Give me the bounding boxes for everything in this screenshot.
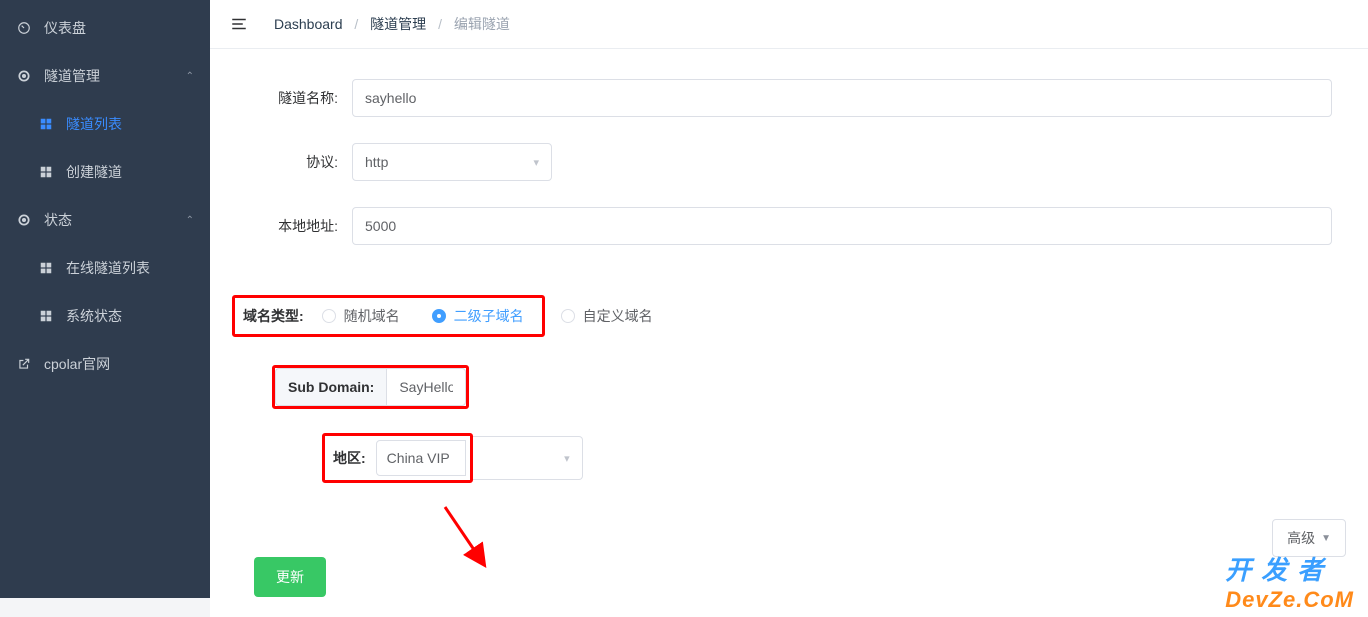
circle-icon <box>16 212 32 228</box>
sidebar-label: 状态 <box>44 210 72 230</box>
row-domain-type: 域名类型: 随机域名 二级子域名 自定义域名 <box>232 295 1346 337</box>
sidebar-item-status[interactable]: 状态 ⌃ <box>0 196 210 244</box>
sidebar-label: 隧道管理 <box>44 66 100 86</box>
highlight-domain-type: 域名类型: 随机域名 二级子域名 <box>232 295 545 337</box>
input-tunnel-name[interactable] <box>352 79 1332 117</box>
select-region-value: China VIP <box>387 450 450 466</box>
watermark: 开发者 DevZe.CoM <box>1225 550 1354 613</box>
input-local-addr[interactable] <box>352 207 1332 245</box>
sidebar-label: 系统状态 <box>66 306 122 326</box>
sidebar-item-tunnel-mgmt[interactable]: 隧道管理 ⌃ <box>0 52 210 100</box>
label-local-addr: 本地地址: <box>232 216 352 236</box>
sidebar-item-create-tunnel[interactable]: 创建隧道 <box>0 148 210 196</box>
sidebar-item-system-status[interactable]: 系统状态 <box>0 292 210 340</box>
radio-dot <box>322 309 336 323</box>
sidebar-label: cpolar官网 <box>44 354 110 374</box>
label-tunnel-name: 隧道名称: <box>232 88 352 108</box>
breadcrumb-dashboard[interactable]: Dashboard <box>274 16 343 32</box>
advanced-label: 高级 <box>1287 528 1315 548</box>
breadcrumb-sep: / <box>354 16 358 32</box>
caret-down-icon: ▼ <box>1321 533 1331 544</box>
content: 隧道名称: 协议: http ▾ 本地地址: 域名类型: 随机域名 <box>210 49 1368 617</box>
select-region[interactable]: China VIP <box>376 440 466 476</box>
row-region: 地区: China VIP ▾ <box>322 433 1346 483</box>
menu-toggle-icon[interactable] <box>230 14 250 34</box>
highlight-region: 地区: China VIP <box>322 433 473 483</box>
grid-icon <box>38 116 54 132</box>
row-local-addr: 本地地址: <box>232 207 1346 245</box>
breadcrumb-edit-tunnel: 编辑隧道 <box>454 16 510 32</box>
update-button[interactable]: 更新 <box>254 557 326 597</box>
highlight-subdomain: Sub Domain: <box>272 365 469 409</box>
row-protocol: 协议: http ▾ <box>232 143 1346 181</box>
radio-label: 随机域名 <box>344 306 400 326</box>
radio-dot <box>561 309 575 323</box>
sidebar-label: 在线隧道列表 <box>66 258 150 278</box>
label-region: 地区: <box>333 448 376 468</box>
arrow-annotation <box>443 505 493 575</box>
input-subdomain[interactable] <box>386 368 466 406</box>
sidebar-item-dashboard[interactable]: 仪表盘 <box>0 4 210 52</box>
radio-label: 自定义域名 <box>583 306 653 326</box>
select-protocol-value: http <box>365 154 388 170</box>
sidebar: 仪表盘 隧道管理 ⌃ 隧道列表 创建隧道 状态 ⌃ 在线隧道列表 系统状态 cp… <box>0 0 210 598</box>
sidebar-label: 创建隧道 <box>66 162 122 182</box>
sidebar-item-tunnel-list[interactable]: 隧道列表 <box>0 100 210 148</box>
row-tunnel-name: 隧道名称: <box>232 79 1346 117</box>
radio-random-domain[interactable]: 随机域名 <box>322 306 400 326</box>
chevron-down-icon: ▾ <box>533 156 539 169</box>
sidebar-item-online-tunnels[interactable]: 在线隧道列表 <box>0 244 210 292</box>
top-bar: Dashboard / 隧道管理 / 编辑隧道 <box>210 0 1368 49</box>
grid-icon <box>38 260 54 276</box>
sidebar-item-cpolar-site[interactable]: cpolar官网 <box>0 340 210 388</box>
label-domain-type: 域名类型: <box>243 306 322 326</box>
chevron-up-icon: ⌃ <box>186 215 194 226</box>
radio-subdomain[interactable]: 二级子域名 <box>432 306 524 326</box>
radio-custom-domain[interactable]: 自定义域名 <box>561 306 653 326</box>
select-region-arrow[interactable]: ▾ <box>473 436 583 480</box>
watermark-bottom: DevZe.CoM <box>1225 587 1354 613</box>
main-area: Dashboard / 隧道管理 / 编辑隧道 隧道名称: 协议: http ▾… <box>210 0 1368 598</box>
grid-icon <box>38 164 54 180</box>
sidebar-label: 仪表盘 <box>44 18 86 38</box>
dashboard-icon <box>16 20 32 36</box>
radio-label: 二级子域名 <box>454 306 524 326</box>
row-subdomain: Sub Domain: <box>272 365 1346 409</box>
chevron-down-icon: ▾ <box>564 452 570 465</box>
label-subdomain: Sub Domain: <box>275 368 386 406</box>
select-protocol[interactable]: http ▾ <box>352 143 552 181</box>
chevron-up-icon: ⌃ <box>186 71 194 82</box>
breadcrumb-tunnel-mgmt[interactable]: 隧道管理 <box>370 16 426 32</box>
circle-icon <box>16 68 32 84</box>
grid-icon <box>38 308 54 324</box>
radio-group-domain: 随机域名 二级子域名 <box>322 306 524 326</box>
watermark-top: 开发者 <box>1225 550 1354 587</box>
radio-dot <box>432 309 446 323</box>
breadcrumb-sep: / <box>438 16 442 32</box>
label-protocol: 协议: <box>232 152 352 172</box>
external-link-icon <box>16 356 32 372</box>
breadcrumb: Dashboard / 隧道管理 / 编辑隧道 <box>274 14 510 34</box>
sidebar-label: 隧道列表 <box>66 114 122 134</box>
